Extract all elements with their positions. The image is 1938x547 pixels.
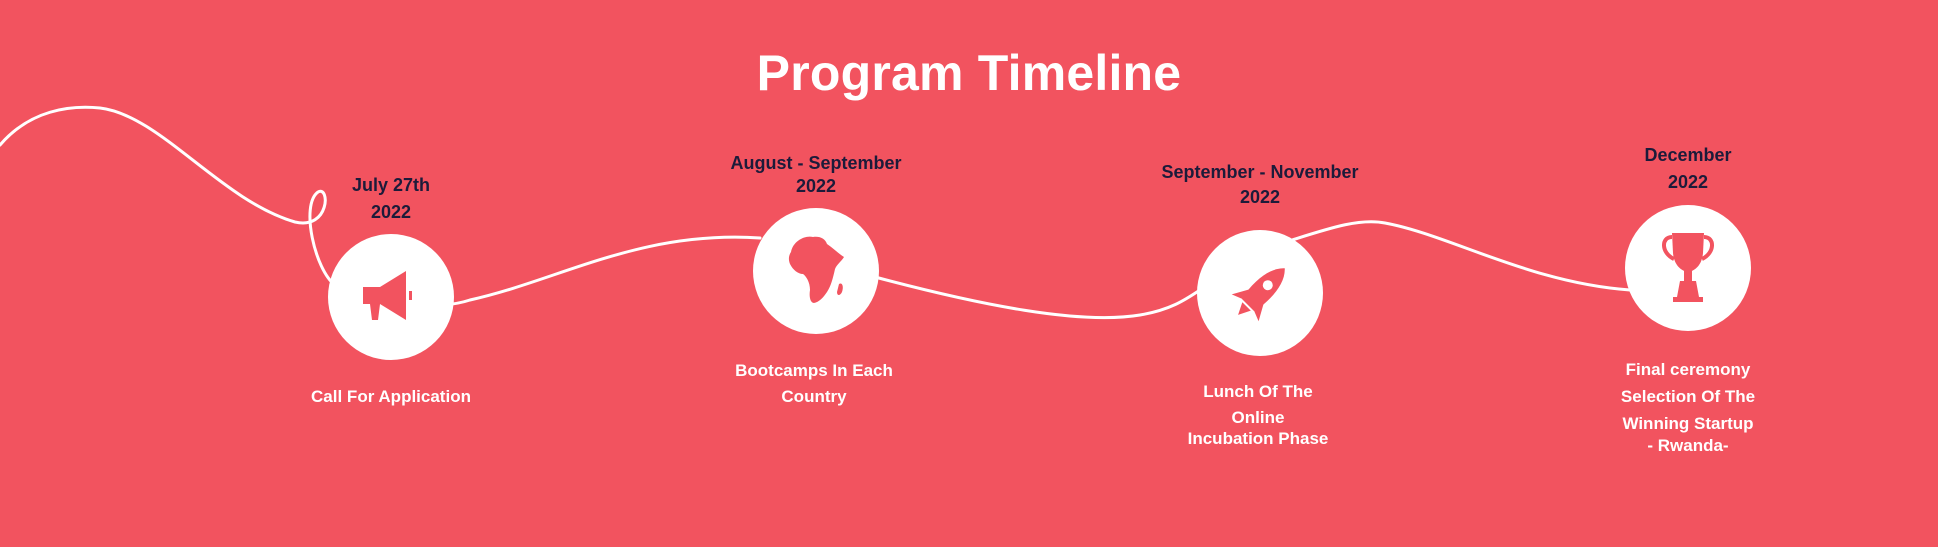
- milestone-label-line: Final ceremony: [1625, 360, 1751, 379]
- milestone-label-line: Selection Of The: [1620, 387, 1756, 406]
- megaphone-icon: [363, 271, 412, 320]
- milestone-label: Bootcamps In Each Country: [684, 358, 944, 410]
- milestone-date-line: December: [1644, 145, 1732, 165]
- milestone-date: September - November 2022: [1130, 160, 1390, 210]
- milestone-label-line: Winning Startup: [1622, 414, 1754, 433]
- milestone-date-year: 2022: [1239, 187, 1281, 207]
- milestone-label-line: Online: [1231, 408, 1285, 427]
- milestone-icon-circle: [1625, 205, 1751, 331]
- milestone-date: July 27th 2022: [261, 172, 521, 226]
- milestone-label: Final ceremony Selection Of The Winning …: [1558, 356, 1818, 455]
- page-title: Program Timeline: [756, 45, 1182, 101]
- milestone-date-year: 2022: [1667, 172, 1709, 192]
- milestone-date: December 2022: [1558, 142, 1818, 196]
- milestone-date-line: July 27th: [351, 175, 431, 195]
- milestone-label: Lunch Of The Online Incubation Phase: [1128, 380, 1388, 450]
- milestone-date-year: 2022: [795, 176, 837, 196]
- milestone-icon-circle: [1197, 230, 1323, 356]
- milestone-date: August - September 2022: [686, 152, 946, 198]
- milestone-icon-circle: [753, 208, 879, 334]
- milestone-label-line: Country: [781, 387, 847, 406]
- milestone-icon-circle: [328, 234, 454, 360]
- milestone-date-line: September - November: [1161, 162, 1359, 182]
- milestone-label: Call For Application: [261, 384, 521, 410]
- milestone-label-line: Call For Application: [311, 387, 471, 406]
- rocket-icon: [1231, 268, 1285, 322]
- milestone-label-line: Bootcamps In Each: [735, 361, 893, 380]
- milestone-date-line: August - September: [730, 153, 902, 173]
- trophy-icon: [1662, 233, 1714, 302]
- africa-map-icon: [788, 236, 844, 303]
- milestone-label-line: - Rwanda-: [1647, 436, 1729, 455]
- milestone-label-line: Lunch Of The: [1203, 382, 1313, 401]
- milestone-label-line: Incubation Phase: [1187, 429, 1329, 448]
- milestone-date-year: 2022: [370, 202, 412, 222]
